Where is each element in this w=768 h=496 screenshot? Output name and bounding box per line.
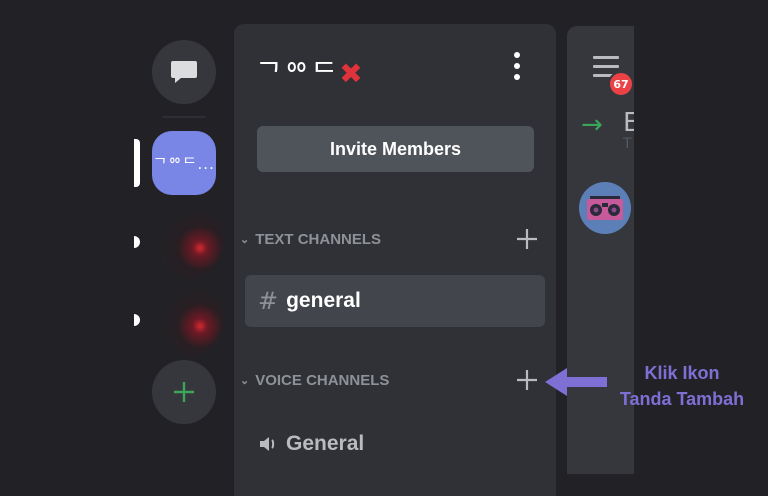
channel-name: General [286,432,365,455]
unread-indicator [134,314,140,326]
welcome-subtitle-partial: T [623,136,632,152]
category-voice-channels[interactable]: ⌄ VOICE CHANNELS [240,372,389,389]
category-label: VOICE CHANNELS [255,372,390,389]
annotation-text: Klik Ikon Tanda Tambah [602,360,762,412]
chevron-down-icon: ⌄ [240,234,250,246]
selected-server-indicator [134,139,140,187]
unread-indicator [134,236,140,248]
rail-separator [162,116,206,118]
annotation-line-2: Tanda Tambah [619,389,745,409]
annotation-arrow-icon [545,368,607,396]
server-name[interactable]: ᄀᅇᄃ✖ [256,52,365,92]
server-icon-button[interactable]: ᄀᅇᄃ... [152,131,216,195]
chat-bubble-icon [171,61,197,83]
channel-item-general-text[interactable]: # general [245,275,545,327]
arrow-right-icon: → [581,110,603,140]
annotation-line-1: Klik Ikon [644,363,720,383]
speaker-icon [260,437,275,451]
boombox-icon [587,196,623,220]
avatar[interactable] [579,182,631,234]
channel-item-general-voice[interactable]: General [258,432,364,456]
server-name-text: ᄀᅇᄃ [256,57,340,90]
plus-icon [174,382,194,402]
chevron-down-icon: ⌄ [240,375,250,387]
plus-icon [517,370,537,390]
server-icon-label: ᄀᅇᄃ... [153,154,215,173]
server-name-mark: ✖ [339,57,365,90]
channel-name: general [286,289,361,312]
server-button[interactable] [144,200,224,280]
category-label: TEXT CHANNELS [255,231,382,248]
add-text-channel-button[interactable] [516,228,538,254]
direct-messages-button[interactable] [152,40,216,104]
category-text-channels[interactable]: ⌄ TEXT CHANNELS [240,231,381,248]
welcome-title-partial: E [623,108,634,138]
notification-badge: 67 [608,71,634,97]
add-server-button[interactable] [152,360,216,424]
vertical-ellipsis-icon[interactable] [509,52,525,80]
add-voice-channel-button[interactable] [516,369,538,395]
plus-icon [517,229,537,249]
hash-icon: # [258,287,279,315]
server-button[interactable] [144,278,224,358]
invite-members-button[interactable]: Invite Members [257,126,534,172]
channel-panel: ᄀᅇᄃ✖ Invite Members ⌄ TEXT CHANNELS # ge… [234,24,556,496]
